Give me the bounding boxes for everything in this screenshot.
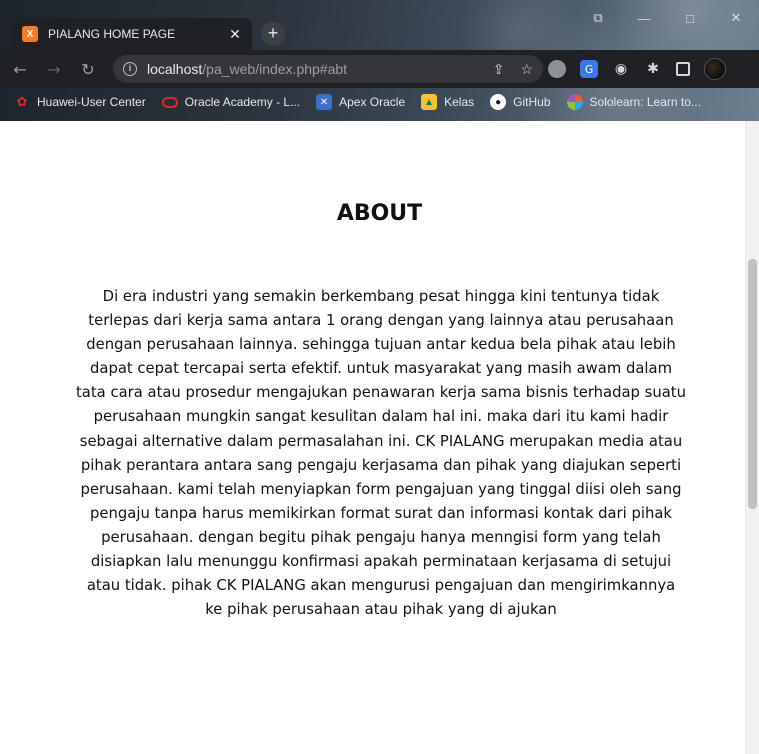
bookmark-huawei[interactable]: ✿ Huawei-User Center [14,94,146,110]
extension-camera-icon[interactable]: ◉ [612,60,630,78]
extensions-area: G ◉ ✱ [548,55,726,83]
address-bar[interactable]: i localhost/pa_web/index.php#abt ⇪ ☆ [113,55,543,83]
bookmark-apex-oracle[interactable]: ✕ Apex Oracle [316,94,405,110]
browser-toolbar: ← → ↻ i localhost/pa_web/index.php#abt ⇪… [0,50,759,88]
forward-icon[interactable]: → [40,55,68,83]
about-paragraph: Di era industri yang semakin berkembang … [76,288,686,619]
bookmark-label: Huawei-User Center [37,95,146,109]
tab-close-icon[interactable]: ✕ [226,26,244,43]
extension-speed-icon[interactable] [548,60,566,78]
bookmark-oracle-academy[interactable]: Oracle Academy - L... [161,94,301,110]
browser-tab[interactable]: X PIALANG HOME PAGE ✕ [12,18,252,50]
scrollbar-thumb[interactable] [748,259,757,509]
browser-chrome: X PIALANG HOME PAGE ✕ + ⧉ — □ ✕ ← → ↻ i … [0,0,759,121]
oracle-icon [161,94,178,110]
github-icon: ● [490,94,507,110]
scrollbar-track[interactable] [745,121,759,754]
bookmark-sololearn[interactable]: Sololearn: Learn to... [566,94,701,110]
page-title: ABOUT [336,201,423,226]
huawei-icon: ✿ [16,94,28,109]
url-path: /pa_web/index.php#abt [202,61,348,77]
tab-title: PIALANG HOME PAGE [48,27,176,41]
page-content: ABOUT Di era industri yang semakin berke… [0,121,759,754]
xampp-favicon-icon: X [22,26,38,42]
window-close-icon[interactable]: ✕ [713,4,759,32]
extension-translate-icon[interactable]: G [580,60,598,78]
bookmark-github[interactable]: ● GitHub [490,94,551,110]
bookmark-label: Sololearn: Learn to... [589,95,701,109]
window-minimize-icon[interactable]: — [621,4,667,32]
sololearn-icon [566,94,583,110]
bookmark-label: Apex Oracle [339,95,406,109]
reload-icon[interactable]: ↻ [74,55,102,83]
back-icon[interactable]: ← [6,55,34,83]
kelas-icon: ▲ [421,94,438,110]
url-host: localhost [147,61,203,77]
bookmark-label: GitHub [513,95,551,109]
bookmarks-bar: ✿ Huawei-User Center Oracle Academy - L.… [0,88,759,116]
bookmark-star-icon[interactable]: ☆ [520,61,533,78]
bookmark-label: Oracle Academy - L... [184,95,301,109]
bookmark-label: Kelas [444,95,475,109]
extensions-puzzle-icon[interactable]: ✱ [644,60,662,78]
profile-avatar[interactable] [704,58,726,80]
share-icon[interactable]: ⇪ [493,61,505,78]
new-tab-button[interactable]: + [261,22,285,46]
window-controls: ⧉ — □ ✕ [575,4,759,32]
side-panel-icon[interactable] [676,62,690,76]
site-info-icon[interactable]: i [123,62,137,76]
window-restore-icon[interactable]: ⧉ [575,4,621,32]
apex-icon: ✕ [316,94,333,110]
window-maximize-icon[interactable]: □ [667,4,713,32]
bookmark-kelas[interactable]: ▲ Kelas [421,94,474,110]
